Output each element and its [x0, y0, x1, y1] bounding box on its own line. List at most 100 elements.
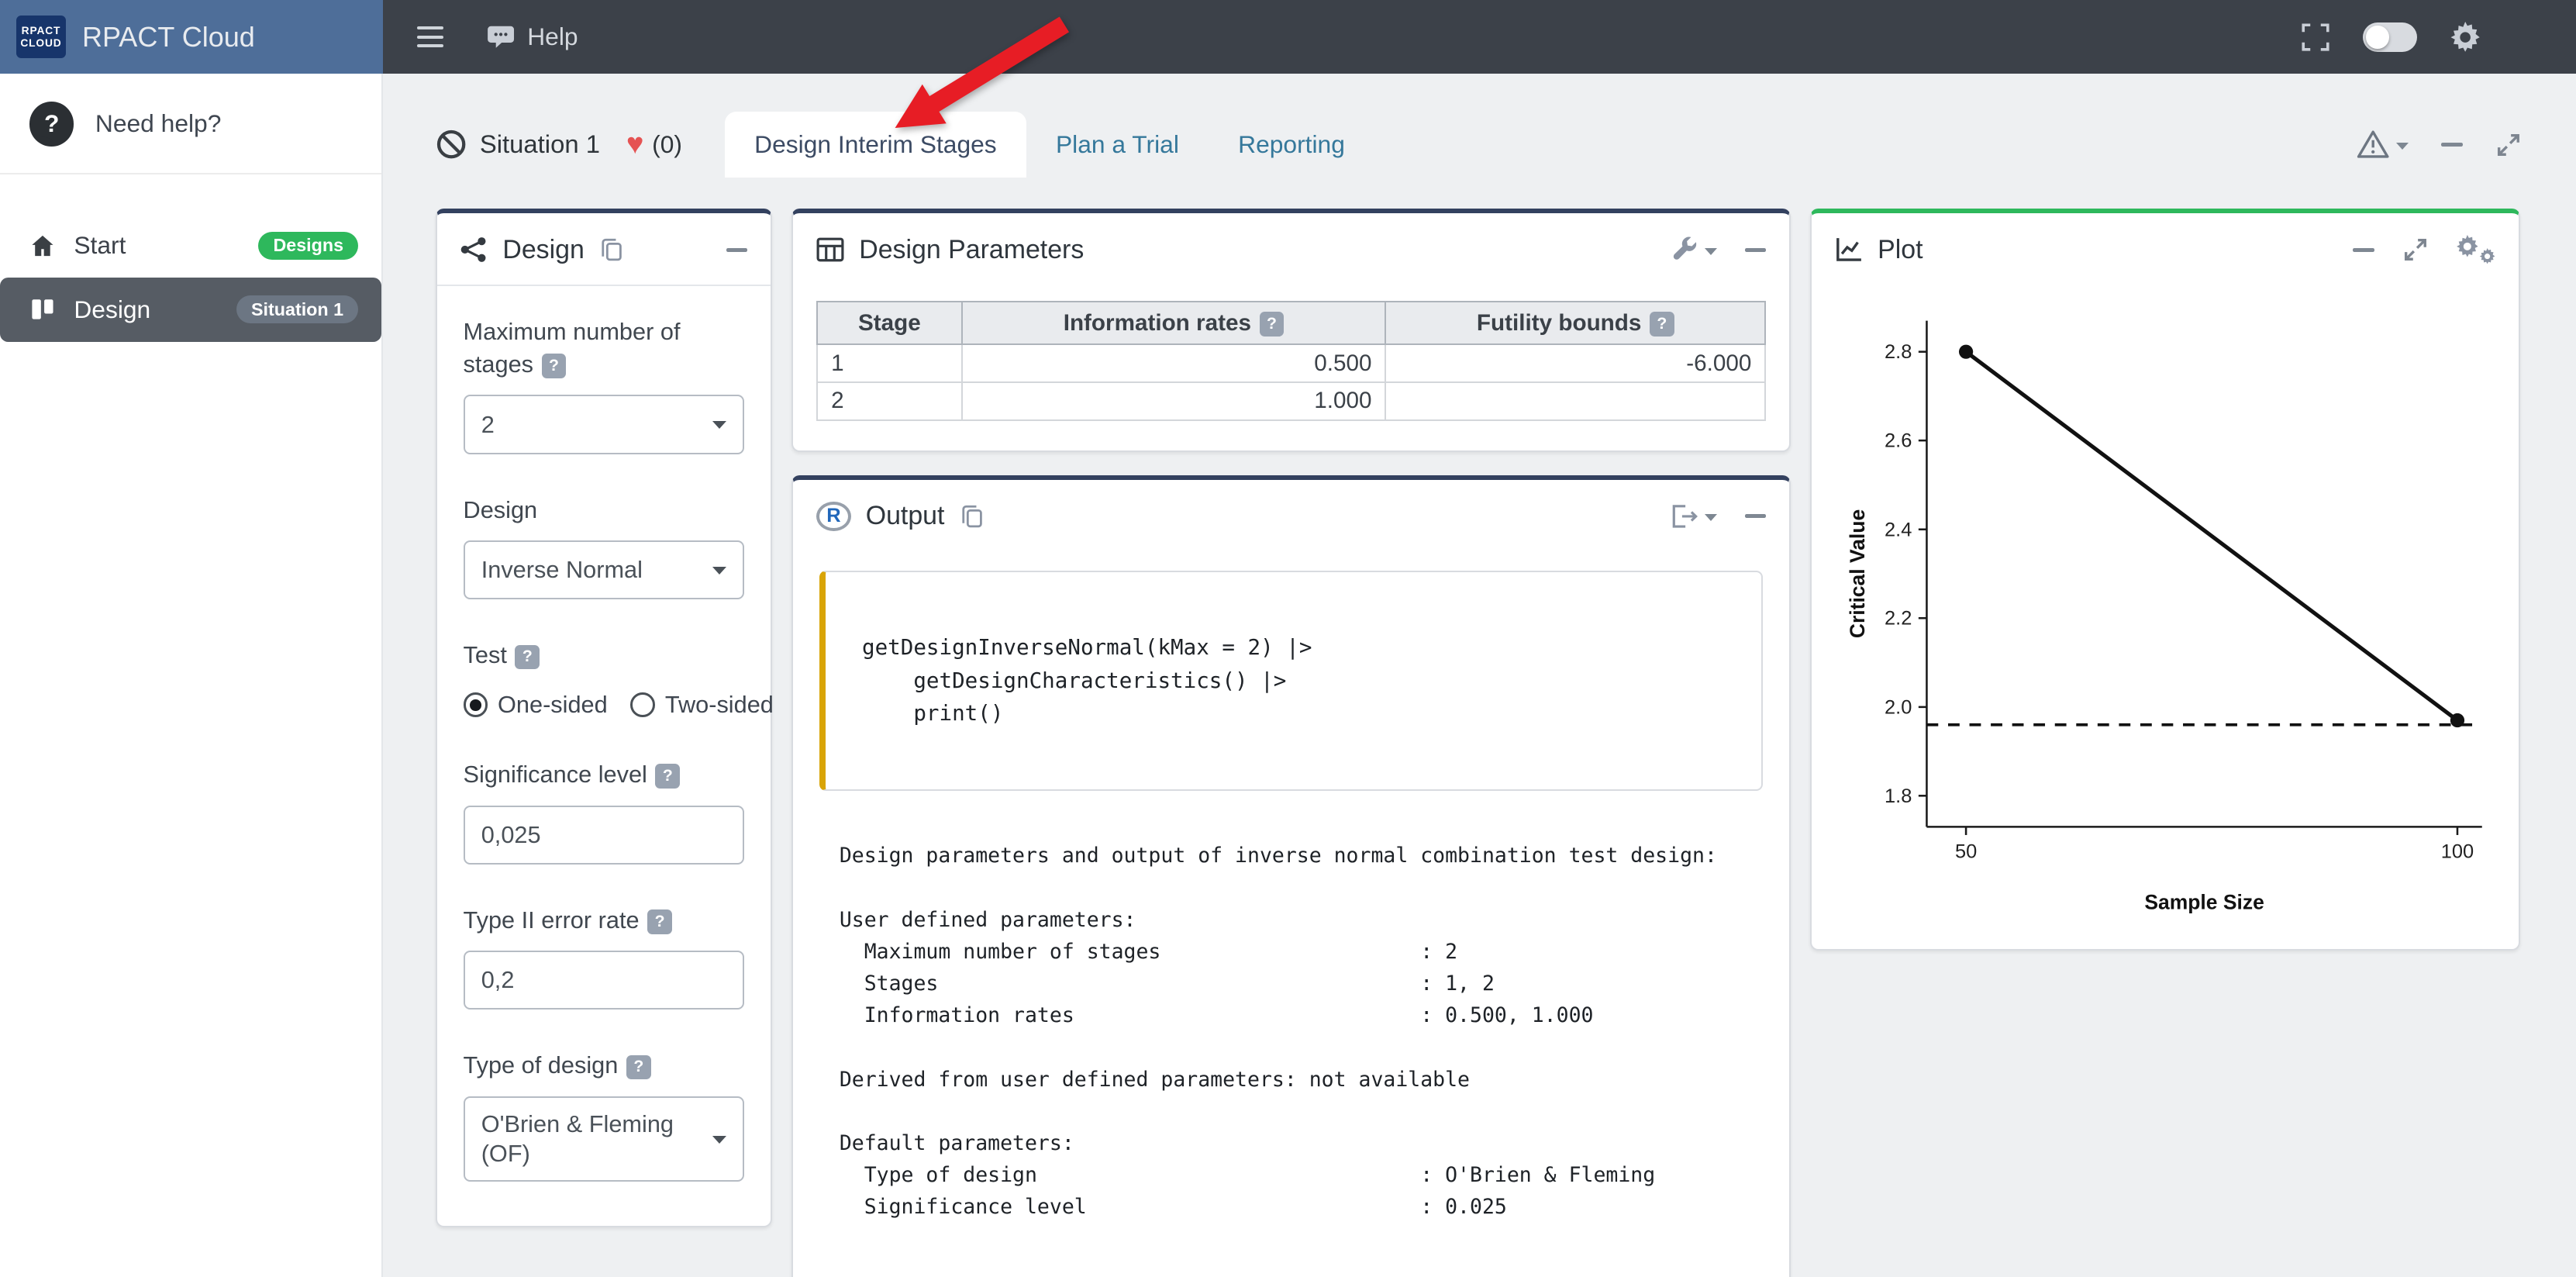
expand-plot-button[interactable] — [2402, 236, 2429, 263]
radio-one-sided[interactable]: One-sided — [464, 691, 608, 719]
cell-information-rate[interactable]: 1.000 — [962, 382, 1386, 420]
radio-label: Two-sided — [665, 691, 774, 719]
tab-plan-a-trial[interactable]: Plan a Trial — [1026, 112, 1209, 178]
situation-header: Situation 1 — [436, 112, 600, 178]
caret-down-icon — [712, 1136, 726, 1144]
logo-text-bottom: CLOUD — [20, 37, 61, 50]
brand[interactable]: RPACT CLOUD RPACT Cloud — [0, 0, 383, 74]
svg-text:2.8: 2.8 — [1885, 341, 1912, 363]
radio-two-sided[interactable]: Two-sided — [630, 691, 774, 719]
caret-down-icon — [2396, 143, 2409, 150]
collapse-output-button[interactable] — [1745, 514, 1767, 518]
settings-gear-icon[interactable] — [2450, 22, 2481, 53]
copy-icon — [599, 236, 624, 263]
export-icon — [1670, 503, 1698, 530]
caret-down-icon — [1705, 514, 1717, 521]
type2-error-input[interactable] — [464, 951, 745, 1010]
svg-text:Critical Value: Critical Value — [1846, 509, 1869, 638]
need-help-button[interactable]: ? Need help? — [0, 74, 381, 172]
cell-information-rate[interactable]: 0.500 — [962, 344, 1386, 382]
plot-settings-button[interactable] — [2456, 235, 2495, 264]
design-column: Design Maximum number of stages 2 Design — [436, 209, 772, 1227]
plot-column: Plot 1.82.02.2 — [1810, 209, 2520, 951]
question-mark-icon: ? — [29, 102, 74, 146]
help-icon[interactable] — [515, 645, 540, 670]
collapse-panels-button[interactable] — [2441, 143, 2463, 147]
sidebar-item-start[interactable]: Start Designs — [0, 213, 381, 278]
cards-area: Design Maximum number of stages 2 Design — [436, 209, 2523, 1277]
help-icon[interactable] — [626, 1055, 651, 1080]
columns-icon — [29, 296, 56, 323]
ban-icon — [436, 129, 467, 160]
design-parameters-title: Design Parameters — [859, 235, 1084, 265]
rpact-cloud-app: RPACT CLOUD RPACT Cloud Help ? Need help… — [0, 0, 2576, 1277]
designs-count-badge: Designs — [258, 232, 358, 260]
home-icon — [29, 233, 56, 259]
expand-arrows-icon — [2495, 132, 2522, 158]
export-dropdown[interactable] — [1670, 503, 1716, 530]
toggle-knob — [2366, 26, 2389, 49]
menu-toggle-icon[interactable] — [411, 19, 450, 53]
r-code[interactable]: getDesignInverseNormal(kMax = 2) |> getD… — [819, 571, 1763, 791]
sidebar-divider — [0, 173, 381, 174]
share-nodes-icon — [460, 236, 488, 263]
dark-mode-toggle[interactable] — [2363, 22, 2417, 52]
type-of-design-label: Type of design — [464, 1049, 745, 1081]
sidebar-item-label: Design — [74, 295, 150, 324]
help-icon[interactable] — [542, 354, 567, 378]
type2-error-label-text: Type II error rate — [464, 906, 640, 934]
apps-grid-icon[interactable] — [2514, 24, 2540, 50]
max-stages-select[interactable]: 2 — [464, 395, 745, 454]
collapse-plot-button[interactable] — [2353, 248, 2374, 252]
heart-icon: ♥ — [626, 129, 644, 159]
fullscreen-icon[interactable] — [2302, 23, 2329, 51]
table-header-row: Stage Information rates Futility bounds — [817, 302, 1765, 344]
tools-dropdown[interactable] — [1671, 236, 1716, 263]
svg-text:Sample Size: Sample Size — [2145, 890, 2265, 913]
help-icon[interactable] — [647, 909, 672, 934]
middle-column: Design Parameters — [791, 209, 1791, 1277]
type-of-design-value: O'Brien & Fleming (OF) — [481, 1110, 700, 1169]
favorites-button[interactable]: ♥ (0) — [626, 112, 682, 178]
tab-design-interim-stages[interactable]: Design Interim Stages — [725, 112, 1026, 178]
tab-actions — [2357, 112, 2522, 178]
chat-icon — [486, 24, 516, 50]
design-parameters-header: Design Parameters — [793, 213, 1789, 285]
sidebar-item-design[interactable]: Design Situation 1 — [0, 278, 381, 342]
help-icon[interactable] — [655, 764, 680, 789]
situation-label: Situation 1 — [480, 129, 600, 159]
warnings-dropdown[interactable] — [2357, 129, 2409, 159]
svg-text:2.4: 2.4 — [1885, 519, 1912, 540]
max-stages-value: 2 — [481, 411, 495, 439]
collapse-design-button[interactable] — [726, 248, 748, 252]
help-button[interactable]: Help — [486, 22, 578, 51]
design-select[interactable]: Inverse Normal — [464, 540, 745, 599]
max-stages-label: Maximum number of stages — [464, 316, 745, 380]
copy-output-button[interactable] — [960, 503, 985, 530]
col-header-label: Stage — [858, 310, 921, 336]
tab-reporting[interactable]: Reporting — [1209, 112, 1374, 178]
cell-futility-bound[interactable] — [1385, 382, 1765, 420]
expand-arrows-icon — [2402, 236, 2429, 263]
minus-icon — [1745, 514, 1767, 518]
minus-icon — [2353, 248, 2374, 252]
svg-text:2.6: 2.6 — [1885, 430, 1912, 452]
col-header-stage: Stage — [817, 302, 961, 344]
collapse-parameters-button[interactable] — [1745, 248, 1767, 252]
help-icon[interactable] — [1260, 312, 1285, 337]
cell-futility-bound[interactable]: -6.000 — [1385, 344, 1765, 382]
warning-triangle-icon — [2357, 129, 2389, 159]
caret-down-icon — [712, 421, 726, 429]
radio-label: One-sided — [498, 691, 608, 719]
help-icon[interactable] — [1650, 312, 1674, 337]
type-of-design-label-text: Type of design — [464, 1051, 619, 1079]
expand-panels-button[interactable] — [2495, 132, 2522, 158]
minus-icon — [1745, 248, 1767, 252]
type-of-design-select[interactable]: O'Brien & Fleming (OF) — [464, 1096, 745, 1182]
sidebar-item-label: Start — [74, 231, 126, 260]
rpact-logo-icon: RPACT CLOUD — [16, 16, 66, 58]
significance-level-input[interactable] — [464, 806, 745, 865]
copy-design-button[interactable] — [599, 236, 624, 263]
design-card-title: Design — [502, 235, 585, 265]
tab-row: Situation 1 ♥ (0) Design Interim Stages … — [436, 112, 2523, 178]
